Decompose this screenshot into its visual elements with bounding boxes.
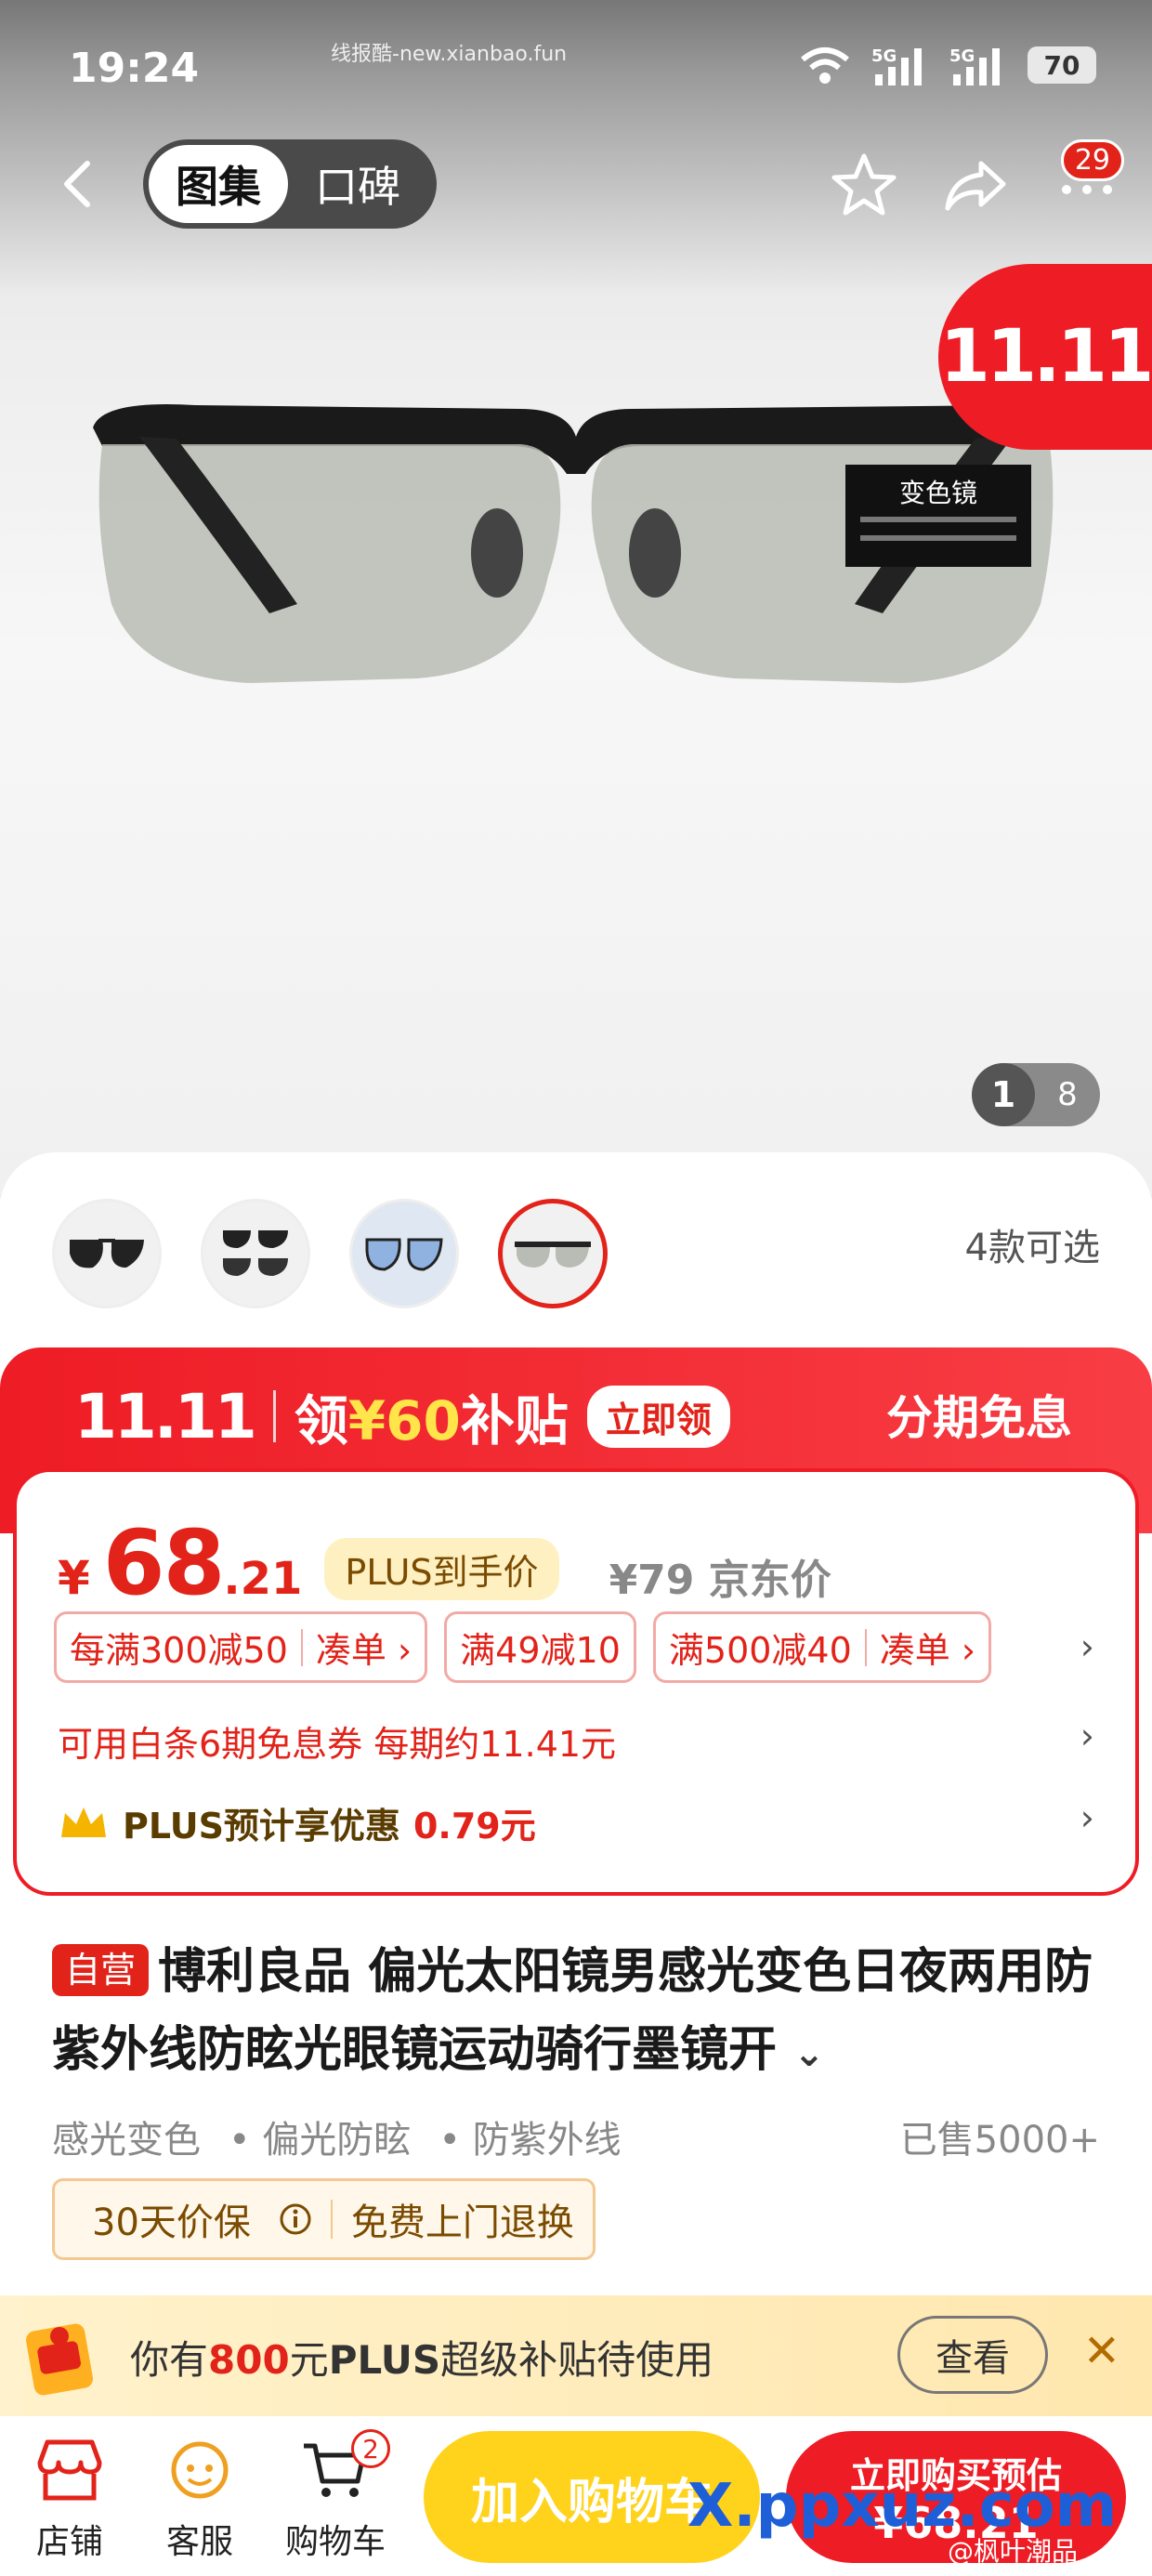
gift-coupon-icon xyxy=(25,2323,94,2396)
baitiao-chevron-icon[interactable]: › xyxy=(1080,1715,1094,1756)
product-title[interactable]: 自营 博利良品 偏光太阳镜男感光变色日夜两用防紫外线防眩光眼镜运动骑行墨镜开 ⌄ xyxy=(52,1933,1102,2093)
cart-label: 购物车 xyxy=(284,2523,386,2561)
baitiao-offer[interactable]: 可用白条6期免息券 每期约11.41元 xyxy=(58,1715,616,1767)
star-icon[interactable] xyxy=(827,149,901,223)
variant-thumb-3[interactable] xyxy=(349,1199,459,1308)
price-currency: ¥ xyxy=(58,1551,90,1605)
close-icon[interactable]: ✕ xyxy=(1083,2325,1120,2377)
free-return: 免费上门退换 xyxy=(350,2201,574,2244)
product-title-block: 自营 博利良品 偏光太阳镜男感光变色日夜两用防紫外线防眩光眼镜运动骑行墨镜开 ⌄ xyxy=(52,1933,1102,2093)
back-arrow-icon[interactable] xyxy=(52,156,108,212)
image-counter-current: 1 xyxy=(972,1063,1035,1126)
blue-sunglasses-thumb-icon xyxy=(365,1238,443,1271)
double-11-badge: 11.11 xyxy=(938,264,1152,450)
divider xyxy=(272,1390,276,1442)
coupon-item[interactable]: 满500减40 凑单 › xyxy=(652,1611,992,1683)
double-11-logo: 11.11 xyxy=(74,1380,257,1452)
svg-text:5G: 5G xyxy=(949,46,975,66)
view-subsidy-button[interactable]: 查看 xyxy=(897,2316,1048,2394)
crown-icon xyxy=(61,1807,106,1837)
subsidy-message: 你有800元PLUS超级补贴待使用 xyxy=(130,2337,714,2383)
variant-selector xyxy=(52,1199,608,1308)
share-icon[interactable] xyxy=(938,149,1013,223)
sunglasses-thumb-icon xyxy=(70,1239,144,1268)
info-icon xyxy=(280,2203,311,2235)
signal-5g-icon: 5G xyxy=(871,46,922,85)
product-detail-sheet: 4款可选 11.11 领¥60补贴 立即领 分期免息 ¥ 68.21 PLUS到… xyxy=(0,1152,1152,2351)
product-image: 变色镜 xyxy=(93,404,1061,683)
self-operated-tag: 自营 xyxy=(52,1944,150,1996)
plus-price-tag: PLUS到手价 xyxy=(324,1538,559,1600)
price-decimal: .21 xyxy=(223,1553,303,1605)
svg-text:5G: 5G xyxy=(871,46,897,66)
bottom-action-bar: 店铺 客服 2 购物车 加入购物车 立即购买预估 ¥68.21 X.ppxuz.… xyxy=(0,2416,1152,2576)
plus-chevron-icon[interactable]: › xyxy=(1080,1797,1094,1838)
battery-icon: 70 xyxy=(1028,46,1096,84)
lens-label: 变色镜 xyxy=(899,478,977,508)
claim-prefix: 领¥60补贴 xyxy=(294,1389,569,1452)
service-label: 客服 xyxy=(165,2523,233,2561)
variant-thumb-2[interactable] xyxy=(201,1199,310,1308)
coupon-chevron-icon[interactable]: › xyxy=(1080,1626,1094,1667)
service-button[interactable]: 客服 xyxy=(130,2425,269,2563)
signal-5g-icon-2: 5G xyxy=(949,46,1000,85)
sold-count: 已售5000+ xyxy=(899,2119,1100,2162)
feature-tags: 感光变色 • 偏光防眩 • 防紫外线 xyxy=(52,2109,622,2163)
store-button[interactable]: 店铺 xyxy=(0,2425,139,2563)
cart-button[interactable]: 2 购物车 xyxy=(266,2425,405,2563)
feature-tag: 感光变色 xyxy=(52,2119,201,2162)
status-bar: 19:24 线报酷-new.xianbao.fun 5G 5G 70 xyxy=(0,0,1152,139)
price-protection: 30天价保 xyxy=(55,2181,331,2257)
feature-tag: • 偏光防眩 xyxy=(229,2119,412,2162)
top-nav: 图集 口碑 29 xyxy=(0,139,1152,232)
customer-service-icon xyxy=(171,2441,229,2499)
gallery-tab-switch: 图集 口碑 xyxy=(143,139,437,229)
subsidy-title: 11.11 领¥60补贴 立即领 xyxy=(74,1377,730,1455)
more-badge: 29 xyxy=(1060,139,1124,181)
store-icon xyxy=(37,2439,102,2501)
status-icons: 5G 5G 70 xyxy=(799,45,1096,85)
coupon-item[interactable]: 每满300减50 凑单 › xyxy=(54,1611,428,1683)
subsidy-amount: ¥60 xyxy=(347,1389,461,1452)
feature-tag: • 防紫外线 xyxy=(439,2119,622,2162)
image-counter-total: 8 xyxy=(1057,1076,1078,1113)
promo-card: 11.11 领¥60补贴 立即领 分期免息 ¥ 68.21 PLUS到手价 ¥7… xyxy=(0,1347,1152,1905)
coupon-list: 每满300减50 凑单 › 满49减10 满500减40 凑单 › xyxy=(54,1611,992,1683)
credit-watermark: @枫叶潮品 xyxy=(948,2536,1079,2567)
expand-chevron-icon[interactable]: ⌄ xyxy=(793,2032,825,2075)
price-integer: 68 xyxy=(102,1511,226,1615)
cart-count-badge: 2 xyxy=(351,2429,390,2468)
installment-free-label: 分期免息 xyxy=(886,1391,1072,1445)
photochromic-thumb-icon xyxy=(515,1242,591,1268)
plus-subsidy-bar: 你有800元PLUS超级补贴待使用 查看 ✕ xyxy=(0,2295,1152,2416)
sunglasses-pair-thumb-icon xyxy=(223,1230,288,1276)
tab-reviews[interactable]: 口碑 xyxy=(288,145,427,223)
status-time: 19:24 xyxy=(69,45,200,92)
service-guarantee[interactable]: 30天价保 免费上门退换 xyxy=(52,2178,596,2260)
variants-more-link[interactable]: 4款可选 xyxy=(965,1217,1100,1271)
jd-price: ¥79 京东价 xyxy=(609,1557,831,1604)
wifi-icon xyxy=(801,47,849,84)
variant-thumb-1[interactable] xyxy=(52,1199,162,1308)
price-panel: ¥ 68.21 PLUS到手价 ¥79 京东价 每满300减50 凑单 › 满49… xyxy=(13,1468,1139,1896)
status-watermark: 线报酷-new.xianbao.fun xyxy=(331,43,568,66)
site-watermark: X.ppxuz.com xyxy=(687,2472,1118,2541)
variant-thumb-4-selected[interactable] xyxy=(498,1199,608,1308)
product-gallery[interactable]: 19:24 线报酷-new.xianbao.fun 5G 5G 70 图集 口碑… xyxy=(0,0,1152,1199)
tab-gallery[interactable]: 图集 xyxy=(149,145,288,223)
coupon-item[interactable]: 满49减10 xyxy=(444,1611,636,1683)
store-label: 店铺 xyxy=(35,2523,103,2561)
image-counter: 1 8 xyxy=(972,1063,1100,1126)
plus-saving[interactable]: PLUS预计享优惠 0.79元 xyxy=(58,1797,536,1848)
price-row: ¥ 68.21 PLUS到手价 ¥79 京东价 xyxy=(58,1511,831,1615)
claim-now-button[interactable]: 立即领 xyxy=(586,1385,730,1448)
